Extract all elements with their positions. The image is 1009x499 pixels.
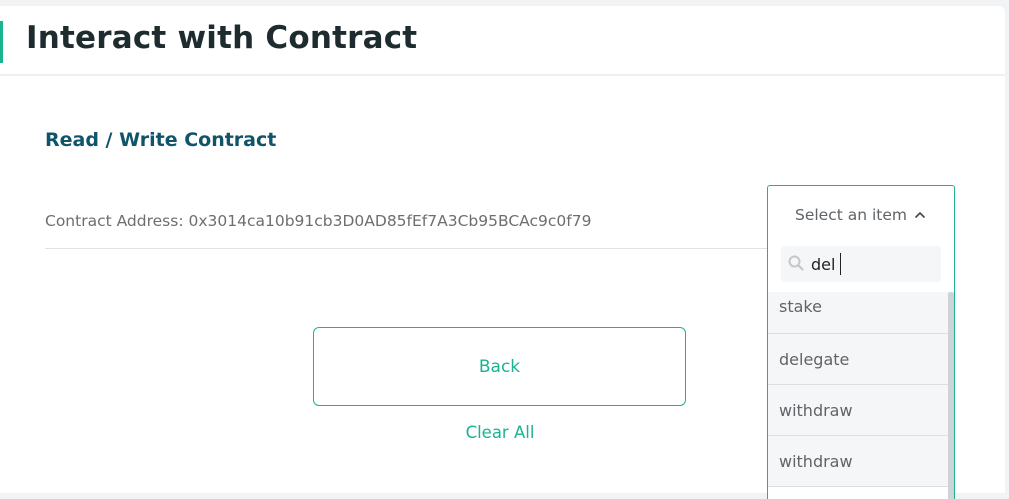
back-button[interactable]: Back [313, 327, 686, 406]
dropdown-scrollbar[interactable] [948, 292, 954, 499]
function-select-dropdown[interactable]: Select an item stake delegate withdraw w… [767, 185, 955, 499]
dropdown-search[interactable] [781, 246, 941, 282]
dropdown-search-input[interactable] [811, 253, 931, 275]
page-header: Interact with Contract [0, 6, 1005, 76]
clear-all-link[interactable]: Clear All [440, 423, 560, 442]
contract-address-row: Contract Address: 0x3014ca10b91cb3D0AD85… [45, 206, 767, 249]
dropdown-option[interactable]: delegate [768, 334, 948, 385]
dropdown-option[interactable]: stake [768, 292, 948, 334]
dropdown-option[interactable]: withdraw [768, 436, 948, 487]
page-title: Interact with Contract [26, 20, 418, 56]
section-title: Read / Write Contract [45, 129, 277, 151]
contract-address-text: Contract Address: 0x3014ca10b91cb3D0AD85… [45, 212, 592, 230]
header-accent-bar [0, 21, 3, 63]
dropdown-option[interactable]: withdraw [768, 385, 948, 436]
contract-card: Interact with Contract Read / Write Cont… [0, 6, 1005, 499]
dropdown-placeholder: Select an item [794, 206, 907, 224]
chevron-up-icon [915, 212, 925, 218]
dropdown-trigger[interactable]: Select an item [768, 186, 954, 244]
dropdown-scrollbar-thumb[interactable] [948, 292, 954, 499]
text-cursor [840, 253, 841, 275]
search-icon [788, 255, 804, 271]
dropdown-options-list: stake delegate withdraw withdraw [768, 292, 948, 487]
